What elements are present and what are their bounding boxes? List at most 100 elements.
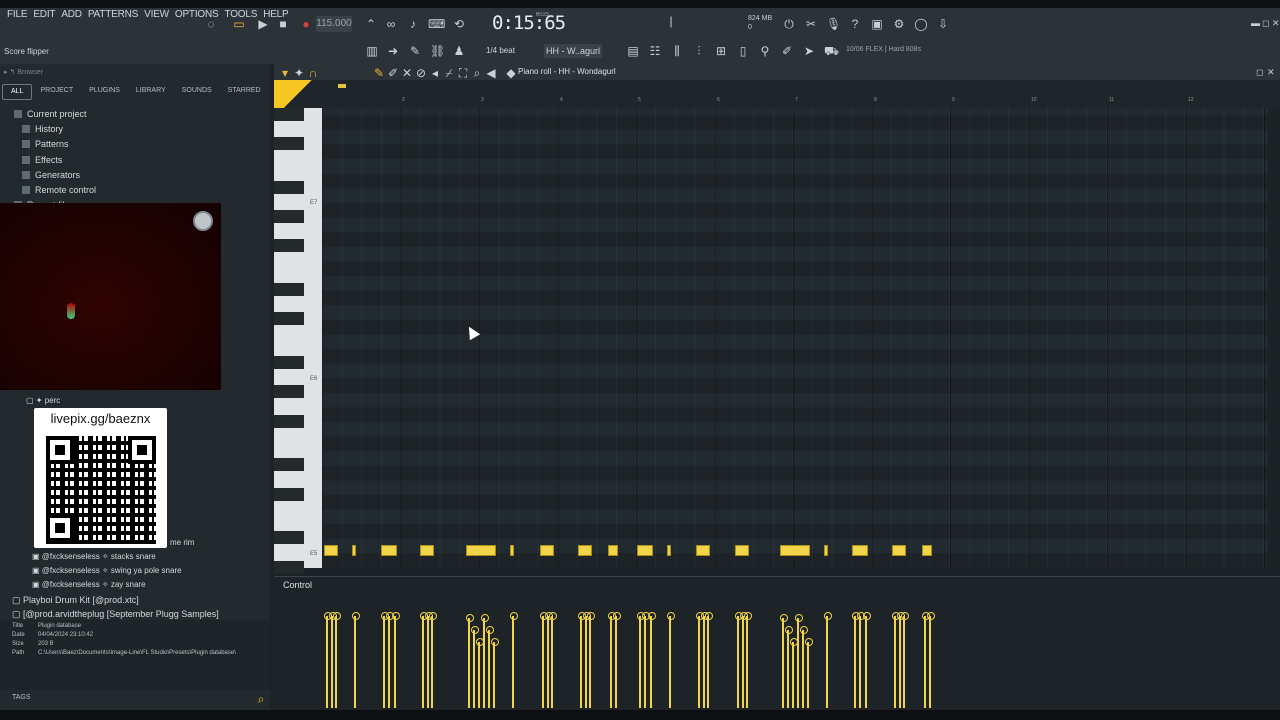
minimize-icon[interactable]: ▬ bbox=[1251, 18, 1260, 28]
velocity-stem[interactable] bbox=[328, 612, 337, 708]
velocity-stem[interactable] bbox=[637, 612, 645, 708]
send-icon[interactable]: ➤ bbox=[802, 44, 816, 58]
arrow-icon[interactable]: ➜ bbox=[386, 44, 400, 58]
upload-icon[interactable] bbox=[193, 211, 213, 231]
kit-item[interactable]: ▢ Playboi Drum Kit [@prod.xtc] bbox=[12, 595, 219, 609]
hierarchy-icon[interactable]: ⊞ bbox=[714, 44, 728, 58]
mute-tool-icon[interactable]: ⊘ bbox=[414, 66, 428, 80]
black-key[interactable] bbox=[274, 239, 304, 253]
note[interactable] bbox=[892, 545, 906, 556]
velocity-stem[interactable] bbox=[705, 612, 714, 708]
black-key[interactable] bbox=[274, 210, 304, 224]
record-icon[interactable]: ● bbox=[299, 17, 313, 31]
velocity-stem[interactable] bbox=[857, 612, 866, 708]
pencil-icon[interactable]: ✎ bbox=[408, 44, 422, 58]
note[interactable] bbox=[420, 545, 434, 556]
waveform-icon[interactable]: ⌃ bbox=[364, 17, 378, 31]
piano-roll-close-icon[interactable]: ✕ bbox=[1267, 67, 1275, 78]
note[interactable] bbox=[735, 545, 749, 556]
chat-icon[interactable]: ◯ bbox=[914, 17, 928, 31]
velocity-stem[interactable] bbox=[544, 612, 553, 708]
velocity-stem[interactable] bbox=[805, 638, 813, 708]
folder-perc[interactable]: ▢ ✦ perc bbox=[26, 396, 60, 405]
song-mode-icon[interactable]: ▭ bbox=[232, 17, 246, 31]
snap-selector[interactable]: 1/4 beat bbox=[486, 46, 515, 55]
microphone-icon[interactable]: 🎙 bbox=[826, 17, 841, 31]
metronome-icon[interactable]: ◌ bbox=[204, 17, 218, 31]
stamp-icon[interactable]: ♟ bbox=[452, 44, 466, 58]
black-key[interactable] bbox=[274, 487, 304, 501]
sample-item[interactable]: ▣ @fxcksenseless ✧ swing ya pole snare bbox=[32, 566, 182, 580]
note[interactable] bbox=[696, 545, 710, 556]
piano-roll-menu-icon[interactable]: ▾ bbox=[278, 66, 292, 80]
velocity-stem[interactable] bbox=[647, 612, 656, 708]
slip-tool-icon[interactable]: ◂ bbox=[428, 66, 442, 80]
velocity-stem[interactable] bbox=[486, 626, 494, 708]
black-key[interactable] bbox=[274, 531, 304, 545]
select-tool-icon[interactable]: ⛶ bbox=[456, 66, 470, 80]
velocity-stem[interactable] bbox=[790, 638, 798, 708]
note[interactable] bbox=[824, 545, 828, 556]
black-key[interactable] bbox=[274, 356, 304, 370]
tags-label[interactable]: TAGS bbox=[12, 694, 31, 701]
note[interactable] bbox=[466, 545, 496, 556]
velocity-stem[interactable] bbox=[700, 612, 709, 708]
velocity-stem[interactable] bbox=[549, 612, 558, 708]
velocity-stem[interactable] bbox=[744, 612, 753, 708]
download-icon[interactable]: ⇩ bbox=[936, 17, 950, 31]
paint-tool-icon[interactable]: ✐ bbox=[386, 66, 400, 80]
tree-item-patterns[interactable]: Patterns bbox=[14, 137, 96, 152]
menu-view[interactable]: VIEW bbox=[143, 9, 170, 20]
velocity-stem[interactable] bbox=[333, 612, 342, 708]
mixer-icon[interactable]: ⫼ bbox=[670, 44, 684, 58]
note[interactable] bbox=[667, 545, 671, 556]
black-key[interactable] bbox=[274, 283, 304, 297]
velocity-stem[interactable] bbox=[429, 612, 438, 708]
plug-icon[interactable]: ⚲ bbox=[758, 44, 772, 58]
note[interactable] bbox=[637, 545, 653, 556]
velocity-stem[interactable] bbox=[352, 612, 360, 708]
sample-partial[interactable]: me rim bbox=[170, 538, 194, 547]
velocity-stem[interactable] bbox=[800, 626, 808, 708]
velocity-stem[interactable] bbox=[852, 612, 860, 708]
menu-add[interactable]: ADD bbox=[60, 9, 83, 20]
note[interactable] bbox=[510, 545, 514, 556]
channel-rack-icon[interactable]: ☷ bbox=[648, 44, 662, 58]
velocity-stem[interactable] bbox=[386, 612, 395, 708]
velocity-stem[interactable] bbox=[578, 612, 586, 708]
note-grid[interactable] bbox=[322, 108, 1268, 568]
velocity-stem[interactable] bbox=[901, 612, 910, 708]
tree-item-effects[interactable]: Effects bbox=[14, 152, 96, 167]
velocity-stem[interactable] bbox=[471, 626, 479, 708]
note[interactable] bbox=[381, 545, 397, 556]
help-icon[interactable]: ? bbox=[848, 17, 862, 31]
plugin-manager-icon[interactable]: ⚙ bbox=[892, 17, 906, 31]
velocity-stem[interactable] bbox=[420, 612, 428, 708]
save-icon[interactable]: ▣ bbox=[870, 17, 884, 31]
link-icon[interactable]: ⛓ bbox=[430, 44, 445, 58]
velocity-stem[interactable] bbox=[696, 612, 704, 708]
piano-roll-maximize-icon[interactable]: ◻ bbox=[1256, 67, 1263, 78]
velocity-stem[interactable] bbox=[739, 612, 748, 708]
countdown-icon[interactable]: ⟲ bbox=[452, 17, 466, 31]
black-key[interactable] bbox=[274, 414, 304, 428]
velocity-stem[interactable] bbox=[391, 612, 400, 708]
menu-patterns[interactable]: PATTERNS bbox=[87, 9, 139, 20]
menu-file[interactable]: FILE bbox=[6, 9, 28, 20]
piano-keyboard[interactable]: E7 E6 E5 bbox=[274, 108, 322, 574]
pattern-selector[interactable]: HH - W..agurl bbox=[544, 44, 602, 58]
loop-icon[interactable]: ∞ bbox=[384, 17, 398, 31]
note[interactable] bbox=[780, 545, 810, 556]
note[interactable] bbox=[352, 545, 356, 556]
note[interactable] bbox=[578, 545, 592, 556]
master-pitch-icon[interactable]: | bbox=[664, 14, 678, 28]
velocity-stem[interactable] bbox=[613, 612, 621, 708]
velocity-stem[interactable] bbox=[862, 612, 871, 708]
sliders-icon[interactable]: ⫶ bbox=[692, 44, 706, 58]
sample-item[interactable]: ▣ @fxcksenseless ✧ zay snare bbox=[32, 580, 182, 594]
velocity-stem[interactable] bbox=[424, 612, 433, 708]
velocity-stem[interactable] bbox=[324, 612, 332, 708]
close-icon[interactable]: ✕ bbox=[1272, 18, 1280, 29]
maximize-icon[interactable]: ◻ bbox=[1262, 18, 1269, 29]
note[interactable] bbox=[608, 545, 618, 556]
